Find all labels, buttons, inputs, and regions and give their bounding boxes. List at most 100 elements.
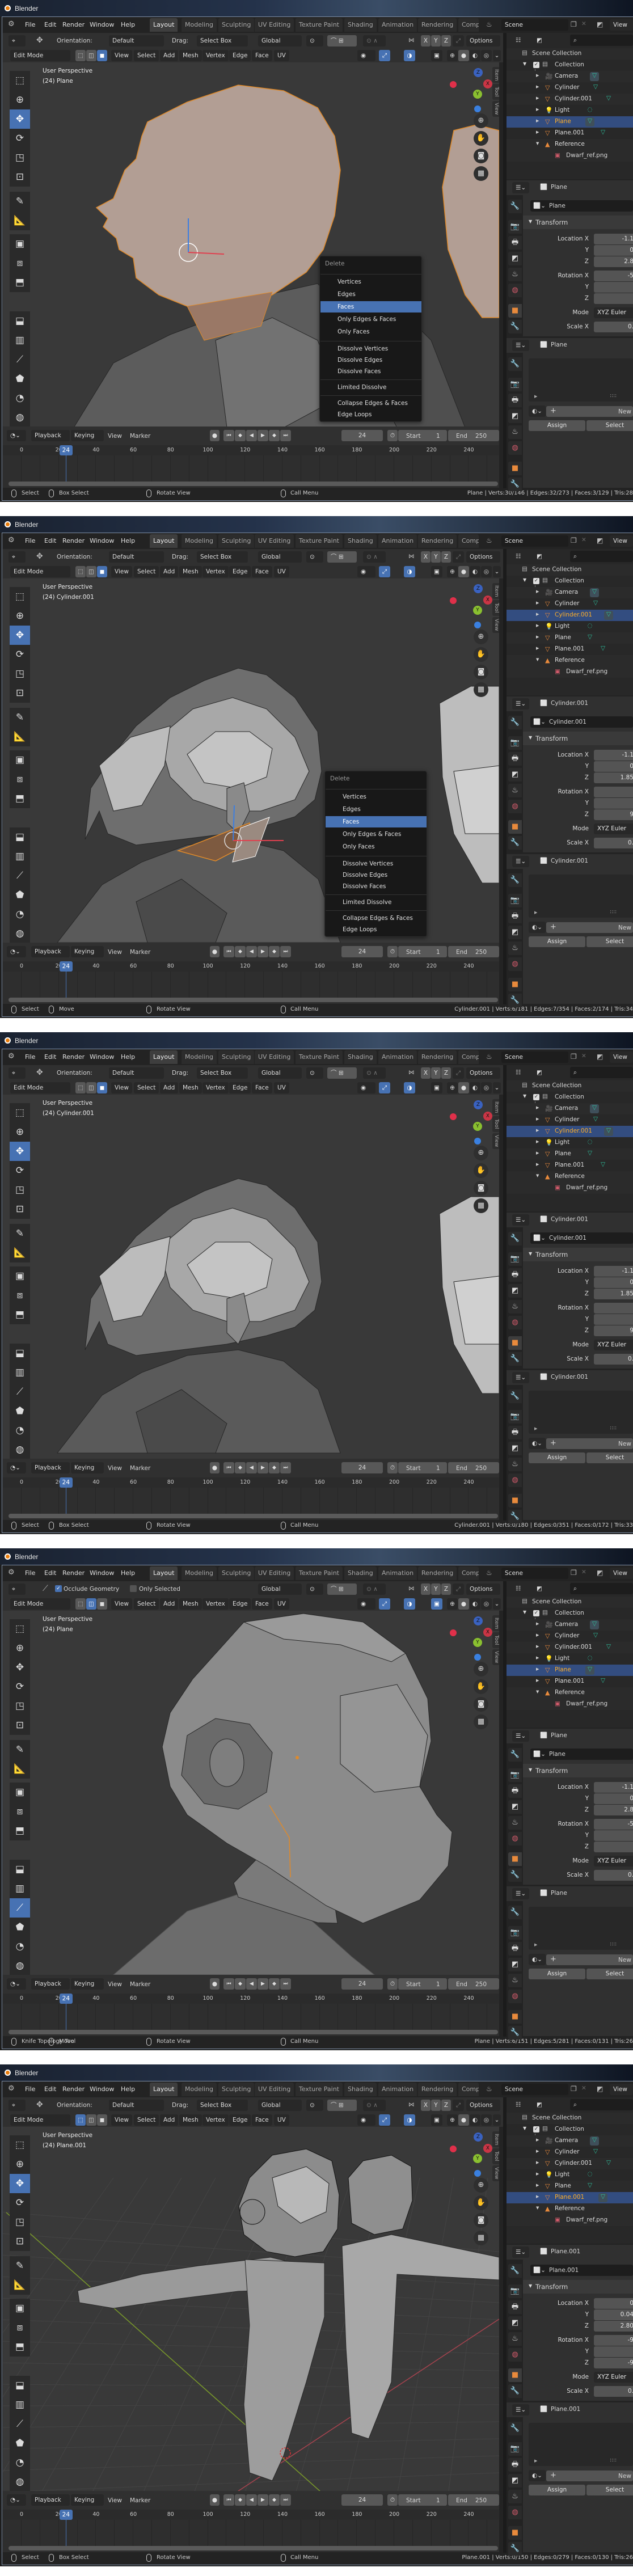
jump-end-button[interactable]: ⏭ (280, 2494, 291, 2506)
tab-object-icon[interactable]: ■ (508, 2526, 522, 2540)
tool-measure[interactable]: 📐 (10, 211, 30, 230)
nav-gizmo-z-axis[interactable]: Z (474, 1100, 483, 1109)
play-button[interactable]: ▶ (258, 1978, 268, 1990)
assign-button[interactable]: Assign (529, 1452, 585, 1463)
tab-tool-icon[interactable]: 🔧 (508, 873, 522, 887)
transform-value-field[interactable] (594, 1303, 633, 1314)
pan-icon[interactable]: ✋ (474, 131, 488, 146)
transform-value-field[interactable] (594, 282, 633, 293)
tool-knife[interactable]: ⟋ (10, 2414, 30, 2434)
tool-inset-faces[interactable]: ⬒ (10, 1821, 30, 1840)
sidebar-tab-tool[interactable]: Tool (492, 600, 499, 616)
tab-output-icon[interactable]: 🖶 (508, 910, 522, 923)
tool-poly-build[interactable]: ⬟ (10, 1401, 30, 1421)
properties-editor-type[interactable]: ☰⌄ (512, 1730, 529, 1742)
menu-item-edge-loops[interactable]: Edge Loops (326, 924, 427, 935)
nav-gizmo-x-axis[interactable]: X (483, 1112, 492, 1121)
tool-transform[interactable]: ⊡ (10, 2232, 30, 2251)
tool-extrude-region[interactable]: ⧈ (10, 770, 30, 789)
use-preview-range-icon[interactable]: ⏱ (387, 946, 398, 957)
object-name-field[interactable] (530, 200, 633, 212)
playhead-frame[interactable]: 24 (59, 2510, 73, 2520)
playback-dropdown[interactable]: Playback (31, 1978, 70, 1990)
tool-smooth[interactable]: ◍ (10, 1956, 30, 1975)
playback-dropdown[interactable]: Playback (31, 946, 70, 957)
next-keyframe-button[interactable]: ◆ (269, 1978, 280, 1990)
properties-editor-type[interactable]: ☰⌄ (512, 2246, 529, 2258)
material-browse-dropdown[interactable]: ◐⌄ (529, 2470, 546, 2481)
tool-poly-build[interactable]: ⬟ (10, 1918, 30, 1937)
ortho-grid-icon[interactable]: ▦ (474, 682, 488, 697)
collection-checkbox[interactable]: ✓ (533, 1610, 539, 1616)
tab-render-icon[interactable]: 📷 (508, 2284, 522, 2298)
tool-loop-cut[interactable]: ▥ (10, 331, 30, 350)
record-button[interactable]: ● (210, 430, 220, 441)
timeline-marker-menu[interactable]: Marker (130, 949, 150, 956)
sidebar-tab-item[interactable]: Item (492, 1615, 499, 1631)
transform-value-field[interactable]: 0. (594, 838, 633, 848)
transform-value-field[interactable]: -1.1 (594, 1782, 633, 1793)
material-browse-dropdown[interactable]: ◐⌄ (529, 406, 546, 417)
tool-smooth[interactable]: ◍ (10, 924, 30, 943)
tool-smooth[interactable]: ◍ (10, 2472, 30, 2491)
sidebar-tab-tool[interactable]: Tool (492, 2148, 499, 2164)
properties-editor-type[interactable]: ☰⌄ (512, 1888, 529, 1899)
play-button[interactable]: ▶ (258, 946, 268, 957)
zoom-icon[interactable]: ⊕ (474, 630, 488, 644)
timeline-view-menu[interactable]: View (108, 949, 122, 956)
material-browse-dropdown[interactable]: ◐⌄ (529, 922, 546, 933)
collection-checkbox[interactable]: ✓ (533, 62, 539, 68)
sidebar-tab-item[interactable]: Item (492, 583, 499, 599)
collection-checkbox[interactable]: ✓ (533, 578, 539, 584)
tab-modifiers-icon[interactable]: 🔧 (508, 478, 522, 491)
tool-add-cube[interactable]: ▣ (10, 1783, 30, 1802)
zoom-icon[interactable]: ⊕ (474, 2178, 488, 2193)
timeline-view-menu[interactable]: View (108, 1465, 122, 1472)
select-button[interactable]: Select (586, 1452, 633, 1463)
timeline-marker-menu[interactable]: Marker (130, 433, 150, 440)
tab-modifiers-icon[interactable]: 🔧 (508, 2542, 522, 2556)
tool-inset-faces[interactable]: ⬒ (10, 1305, 30, 1324)
tool-annotate[interactable]: ✎ (10, 192, 30, 211)
tool-select-box[interactable]: ⬚ (10, 2135, 30, 2155)
tool-loop-cut[interactable]: ▥ (10, 1879, 30, 1898)
menu-item-only-edges-faces[interactable]: Only Edges & Faces (320, 314, 421, 325)
tab-object-icon[interactable]: ■ (508, 1494, 522, 1507)
tab-world-icon[interactable]: ◍ (508, 1473, 522, 1487)
expand-arrow-icon[interactable]: ▼ (523, 61, 526, 66)
tool-poly-build[interactable]: ⬟ (10, 885, 30, 905)
transform-value-field[interactable] (594, 1314, 633, 1325)
tab-output-icon[interactable]: 🖶 (508, 394, 522, 407)
menu-item-only-faces[interactable]: Only Faces (320, 326, 421, 337)
outliner-display-mode[interactable]: ☷ (512, 2099, 529, 2110)
expand-arrow-icon[interactable]: ▶ (536, 2160, 539, 2165)
current-frame-field[interactable]: 24 (341, 946, 383, 957)
outliner-display-mode[interactable]: ☷ (512, 551, 529, 562)
play-reverse-button[interactable]: ◀ (246, 1978, 257, 1990)
pan-icon[interactable]: ✋ (474, 1163, 488, 1178)
menu-item-dissolve-faces[interactable]: Dissolve Faces (320, 366, 421, 377)
jump-end-button[interactable]: ⏭ (280, 1462, 291, 1473)
tab-render-icon[interactable]: 📷 (508, 378, 522, 391)
material-slot-list[interactable] (529, 875, 633, 918)
jump-start-button[interactable]: ⏮ (223, 1462, 234, 1473)
expand-arrow-icon[interactable]: ▼ (523, 1093, 526, 1099)
tool-cursor[interactable]: ⊕ (10, 606, 30, 626)
tool-loop-cut[interactable]: ▥ (10, 1363, 30, 1382)
tab-tool-icon[interactable]: 🔧 (508, 716, 522, 729)
nav-gizmo-z-axis[interactable]: Z (474, 2132, 483, 2142)
tool-add-cube[interactable]: ▣ (10, 2299, 30, 2318)
keying-dropdown[interactable]: Keying (71, 2494, 104, 2506)
expand-arrow-icon[interactable]: ▼ (536, 141, 539, 146)
rotation-mode-dropdown[interactable]: XYZ Euler (594, 1340, 633, 1350)
menu-item-collapse-edges-faces[interactable]: Collapse Edges & Faces (320, 398, 421, 409)
collection-checkbox[interactable]: ✓ (533, 1094, 539, 1100)
transform-value-field[interactable]: -5 (594, 1819, 633, 1830)
rotation-mode-dropdown[interactable]: XYZ Euler (594, 824, 633, 834)
tab-tool-icon[interactable]: 🔧 (508, 200, 522, 213)
menu-item-only-edges-faces[interactable]: Only Edges & Faces (326, 829, 427, 840)
timeline-scrollbar[interactable] (9, 1514, 498, 1518)
playhead-frame[interactable]: 24 (59, 1994, 73, 2004)
tool-poly-build[interactable]: ⬟ (10, 369, 30, 388)
tool-inset-faces[interactable]: ⬒ (10, 2337, 30, 2357)
